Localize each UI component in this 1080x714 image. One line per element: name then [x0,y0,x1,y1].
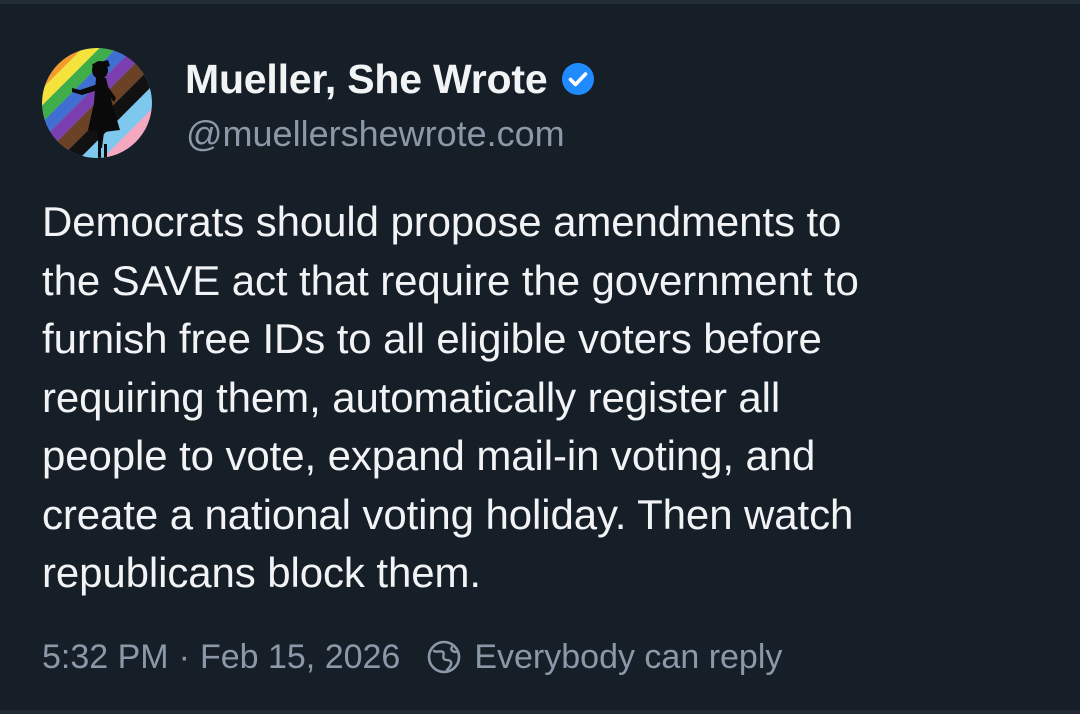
globe-icon [426,639,462,675]
author-name-row: Mueller, She Wrote [185,53,595,105]
post-text-line: Democrats should propose amendments to [42,198,842,245]
post-card: Mueller, She Wrote @muellershewrote.com … [0,0,1080,714]
author-display-name[interactable]: Mueller, She Wrote [185,56,548,103]
author-handle[interactable]: @muellershewrote.com [186,113,565,155]
rainbow-silhouette-avatar-icon [42,48,152,158]
post-text-line: create a national voting holiday. Then w… [42,490,854,538]
top-divider [0,0,1080,4]
post-text-line: requiring them, automatically register a… [42,373,781,421]
post-time[interactable]: 5:32 PM [42,638,169,677]
post-date[interactable]: Feb 15, 2026 [200,638,400,677]
post-text-line: republicans block them. [42,549,481,596]
verified-badge-icon[interactable] [561,62,595,96]
bottom-divider [0,710,1080,714]
post-text-line: people to vote, expand mail-in voting, a… [42,432,816,479]
post-text-line: furnish free IDs to all eligible voters … [42,315,822,362]
post-text: Democrats should propose amendments to t… [42,193,1052,603]
author-avatar[interactable] [42,48,152,158]
reply-setting[interactable]: Everybody can reply [474,638,782,677]
post-text-line: the SAVE act that require the government… [42,256,859,304]
post-meta: 5:32 PM · Feb 15, 2026 Everybody can rep… [42,633,782,681]
meta-separator: · [178,637,190,676]
